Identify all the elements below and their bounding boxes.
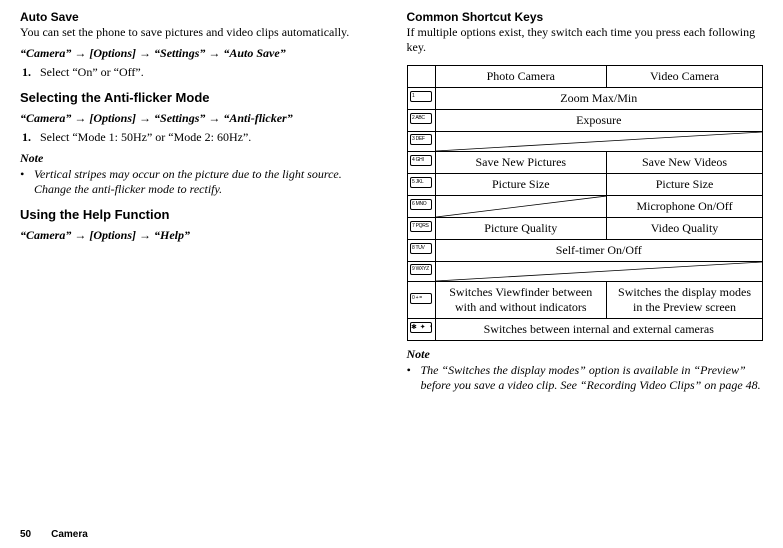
heading-shortcut: Common Shortcut Keys [407,10,764,24]
page-number: 50 [20,529,31,540]
table-row: 9 WXYZ [407,262,763,282]
table-row: 6 MNO Microphone On/Off [407,196,763,218]
table-row: 0 + = Switches Viewfinder between with a… [407,282,763,319]
cell-0-photo: Switches Viewfinder between with and wit… [435,282,607,319]
cell-5-photo: Picture Size [435,174,607,196]
cell-zoom: Zoom Max/Min [435,88,763,110]
path-auto-save-text: “Camera” → [Options] → “Settings” → “Aut… [20,46,286,60]
bullet-icon: • [407,363,417,393]
key-icon: 4 GHI [410,155,432,166]
note-antiflicker-text: Vertical stripes may occur on the pictur… [34,167,377,197]
auto-save-steps: Select “On” or “Off”. [34,65,377,80]
key-5: 5 JKL [407,174,435,196]
table-row: 5 JKL Picture Size Picture Size [407,174,763,196]
path-help-text: “Camera” → [Options] → “Help” [20,228,190,242]
key-0: 0 + = [407,282,435,319]
cell-star: Switches between internal and external c… [435,319,763,341]
step-1: Select “On” or “Off”. [34,65,377,80]
key-6: 6 MNO [407,196,435,218]
cell-selftimer: Self-timer On/Off [435,240,763,262]
th-photo: Photo Camera [435,66,607,88]
key-icon: 7 PQRS [410,221,432,232]
key-icon: 3 DEF [410,134,432,145]
table-row: 3 DEF [407,132,763,152]
cell-7-video: Video Quality [607,218,763,240]
path-antiflicker: “Camera” → [Options] → “Settings” → “Ant… [20,111,377,126]
note-switches-text: The “Switches the display modes” option … [421,363,764,393]
key-icon: 1 [410,91,432,102]
cell-7-photo: Picture Quality [435,218,607,240]
key-3: 3 DEF [407,132,435,152]
key-icon: 2 ABC [410,113,432,124]
note-switches: • The “Switches the display modes” optio… [407,363,764,393]
key-9: 9 WXYZ [407,262,435,282]
bullet-icon: • [20,167,30,197]
key-8: 8 TUV [407,240,435,262]
heading-help: Using the Help Function [20,207,377,222]
cell-4-video: Save New Videos [607,152,763,174]
heading-auto-save: Auto Save [20,10,377,24]
antiflicker-steps: Select “Mode 1: 50Hz” or “Mode 2: 60Hz”. [34,130,377,145]
key-7: 7 PQRS [407,218,435,240]
cell-5-video: Picture Size [607,174,763,196]
note-label-1: Note [20,151,377,166]
key-1: 1 [407,88,435,110]
key-icon: 9 WXYZ [410,264,432,275]
path-help: “Camera” → [Options] → “Help” [20,228,377,243]
step-1-antiflicker: Select “Mode 1: 50Hz” or “Mode 2: 60Hz”. [34,130,377,145]
table-row: 1 Zoom Max/Min [407,88,763,110]
key-icon: ✱ ✦ ⚬ [410,322,432,333]
th-video: Video Camera [607,66,763,88]
note-label-2: Note [407,347,764,362]
page-footer: 50 Camera [20,519,763,540]
right-column: Common Shortcut Keys If multiple options… [407,8,764,519]
left-column: Auto Save You can set the phone to save … [20,8,377,519]
shortcut-table: Photo Camera Video Camera 1 Zoom Max/Min… [407,65,764,341]
table-row: 2 ABC Exposure [407,110,763,132]
cell-exposure: Exposure [435,110,763,132]
key-4: 4 GHI [407,152,435,174]
note-antiflicker: • Vertical stripes may occur on the pict… [20,167,377,197]
table-row: 4 GHI Save New Pictures Save New Videos [407,152,763,174]
key-icon: 8 TUV [410,243,432,254]
cell-6-video: Microphone On/Off [607,196,763,218]
table-row: 8 TUV Self-timer On/Off [407,240,763,262]
cell-4-photo: Save New Pictures [435,152,607,174]
table-header-row: Photo Camera Video Camera [407,66,763,88]
key-star: ✱ ✦ ⚬ [407,319,435,341]
auto-save-description: You can set the phone to save pictures a… [20,25,377,40]
key-icon: 0 + = [410,293,432,304]
key-icon: 5 JKL [410,177,432,188]
table-row: ✱ ✦ ⚬ Switches between internal and exte… [407,319,763,341]
heading-antiflicker: Selecting the Anti-flicker Mode [20,90,377,105]
footer-section: Camera [51,529,88,540]
table-row: 7 PQRS Picture Quality Video Quality [407,218,763,240]
cell-0-video: Switches the display modes in the Previe… [607,282,763,319]
path-auto-save: “Camera” → [Options] → “Settings” → “Aut… [20,46,377,61]
cell-6-photo-blank [435,196,607,218]
header-blank [407,66,435,88]
path-antiflicker-text: “Camera” → [Options] → “Settings” → “Ant… [20,111,293,125]
cell-blank-9 [435,262,763,282]
key-icon: 6 MNO [410,199,432,210]
cell-blank-3 [435,132,763,152]
shortcut-description: If multiple options exist, they switch e… [407,25,764,55]
key-2: 2 ABC [407,110,435,132]
